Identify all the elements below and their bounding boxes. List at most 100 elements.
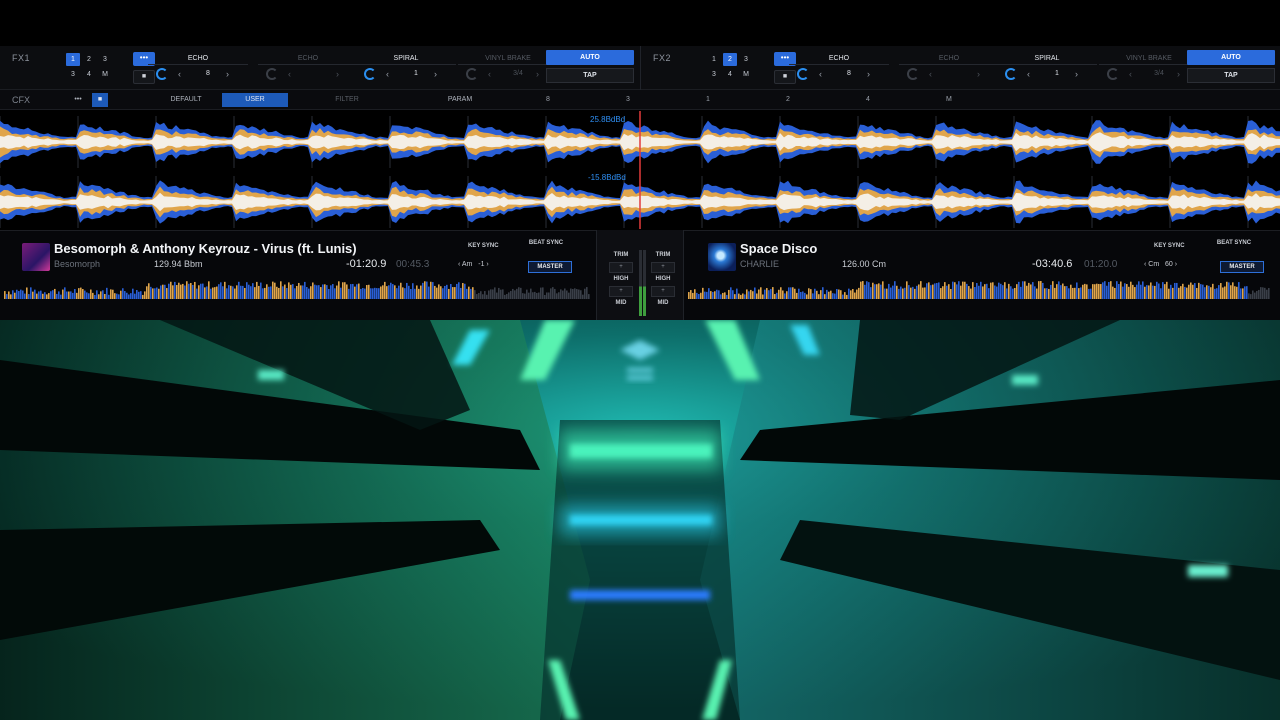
fx-channel-button[interactable]: 4: [723, 68, 737, 81]
chevron-left-icon[interactable]: ‹: [1129, 69, 1132, 79]
chevron-right-icon[interactable]: ›: [484, 261, 488, 268]
tap-button[interactable]: TAP: [546, 68, 634, 83]
overview-bar: [60, 294, 62, 299]
overview-bar: [510, 290, 512, 299]
cfx-button[interactable]: PARAM: [432, 93, 488, 107]
fx-knob[interactable]: [1005, 68, 1017, 80]
waveform-area[interactable]: 25.8BdBd -15.8BdBd: [0, 111, 1280, 229]
chevron-right-icon[interactable]: ›: [1173, 261, 1177, 268]
auto-button[interactable]: AUTO: [1187, 50, 1275, 65]
cfx-button[interactable]: DEFAULT: [162, 93, 210, 107]
cfx-beat-button[interactable]: 4: [866, 96, 870, 103]
chevron-right-icon[interactable]: ›: [1075, 69, 1078, 79]
tap-button[interactable]: TAP: [1187, 68, 1275, 83]
high-knob[interactable]: +: [651, 286, 675, 297]
master-button[interactable]: MASTER: [1220, 261, 1264, 273]
chevron-left-icon[interactable]: ‹: [1027, 69, 1030, 79]
trim-knob[interactable]: +: [651, 262, 675, 273]
fx-knob[interactable]: [156, 68, 168, 80]
fx-slot[interactable]: VINYL BRAKE ‹ 3/4 ›: [1099, 52, 1199, 84]
cfx-button[interactable]: FILTER: [310, 93, 384, 107]
fx-channel-button[interactable]: 3: [98, 53, 112, 66]
fx-slot-title[interactable]: VINYL BRAKE: [1099, 52, 1199, 65]
track-overview[interactable]: [4, 279, 590, 307]
cfx-beat-button[interactable]: 1: [706, 96, 710, 103]
cfx-button[interactable]: USER: [222, 93, 288, 107]
chevron-left-icon[interactable]: ‹: [288, 69, 291, 79]
fx-slot-title[interactable]: SPIRAL: [356, 52, 456, 65]
overview-bar: [200, 283, 202, 299]
key-sync-button[interactable]: KEY SYNC: [1154, 243, 1185, 249]
fx-channel-button[interactable]: 2: [723, 53, 737, 66]
fx-knob[interactable]: [797, 68, 809, 80]
chevron-right-icon[interactable]: ›: [867, 69, 870, 79]
fx-slot[interactable]: ECHO ‹ 8 ›: [789, 52, 889, 84]
cfx-beat-button[interactable]: 2: [786, 96, 790, 103]
high-knob[interactable]: +: [609, 286, 633, 297]
master-button[interactable]: MASTER: [528, 261, 572, 273]
fx-slot-title[interactable]: SPIRAL: [997, 52, 1097, 65]
trim-knob[interactable]: +: [609, 262, 633, 273]
overview-bar: [110, 289, 112, 299]
fx-slot[interactable]: ECHO ‹ ›: [899, 52, 999, 84]
overview-bar: [222, 286, 224, 299]
fx-knob[interactable]: [364, 68, 376, 80]
fx-slot[interactable]: ECHO ‹ ›: [258, 52, 358, 84]
chevron-left-icon[interactable]: ‹: [178, 69, 181, 79]
fx-slot-title[interactable]: ECHO: [899, 52, 999, 65]
chevron-right-icon[interactable]: ›: [434, 69, 437, 79]
chevron-left-icon[interactable]: ‹: [929, 69, 932, 79]
fx-channel-button[interactable]: 3: [707, 68, 721, 81]
fx-channel-button[interactable]: 4: [82, 68, 96, 81]
fx-slot-title[interactable]: ECHO: [789, 52, 889, 65]
fx-slot-title[interactable]: ECHO: [148, 52, 248, 65]
chevron-left-icon[interactable]: ‹: [819, 69, 822, 79]
fx-slot-title[interactable]: ECHO: [258, 52, 358, 65]
overview-waveform[interactable]: [4, 279, 590, 307]
overview-bar: [444, 285, 446, 299]
key-sync-button[interactable]: KEY SYNC: [468, 243, 499, 249]
fx-knob[interactable]: [466, 68, 478, 80]
cfx-beat-button[interactable]: 3: [626, 96, 630, 103]
chevron-right-icon[interactable]: ›: [226, 69, 229, 79]
cfx-button[interactable]: •••: [70, 93, 86, 107]
chevron-right-icon[interactable]: ›: [336, 69, 339, 79]
beat-sync-button[interactable]: BEAT SYNC: [1214, 239, 1254, 247]
fx-slot[interactable]: VINYL BRAKE ‹ 3/4 ›: [458, 52, 558, 84]
cfx-button[interactable]: ■: [92, 93, 108, 107]
chevron-right-icon[interactable]: ›: [536, 69, 539, 79]
fx-channel-button[interactable]: M: [739, 68, 753, 81]
overview-bar: [974, 287, 976, 299]
fx-slot[interactable]: SPIRAL ‹ 1 ›: [356, 52, 456, 84]
overview-bar: [1096, 283, 1098, 299]
waveform-svg[interactable]: [0, 111, 1280, 229]
overview-bar: [358, 283, 360, 299]
key-selector[interactable]: ‹ Cm 60 ›: [1144, 261, 1177, 268]
chevron-right-icon[interactable]: ›: [977, 69, 980, 79]
fx-knob[interactable]: [1107, 68, 1119, 80]
fx-channel-button[interactable]: 2: [82, 53, 96, 66]
key-selector[interactable]: ‹ Am -1 ›: [458, 261, 489, 268]
cfx-beat-button[interactable]: M: [946, 96, 952, 103]
fx-channel-button[interactable]: 1: [707, 53, 721, 66]
beat-sync-button[interactable]: BEAT SYNC: [526, 239, 566, 247]
auto-button[interactable]: AUTO: [546, 50, 634, 65]
fx-knob[interactable]: [907, 68, 919, 80]
chevron-right-icon[interactable]: ›: [1177, 69, 1180, 79]
chevron-left-icon[interactable]: ‹: [386, 69, 389, 79]
fx-channel-button[interactable]: M: [98, 68, 112, 81]
fx-channel-button[interactable]: 3: [66, 68, 80, 81]
fx-channel-button[interactable]: 3: [739, 53, 753, 66]
fx-slot-title[interactable]: VINYL BRAKE: [458, 52, 558, 65]
overview-bar: [1204, 287, 1206, 299]
fx-slot[interactable]: ECHO ‹ 8 ›: [148, 52, 248, 84]
fx-channel-button[interactable]: 1: [66, 53, 80, 66]
high-label: HIGH: [613, 276, 629, 282]
fx-slot[interactable]: SPIRAL ‹ 1 ›: [997, 52, 1097, 84]
overview-bar: [374, 287, 376, 299]
track-overview[interactable]: [688, 279, 1270, 307]
chevron-left-icon[interactable]: ‹: [488, 69, 491, 79]
overview-waveform[interactable]: [688, 279, 1270, 307]
cfx-beat-button[interactable]: 8: [546, 96, 550, 103]
fx-knob[interactable]: [266, 68, 278, 80]
